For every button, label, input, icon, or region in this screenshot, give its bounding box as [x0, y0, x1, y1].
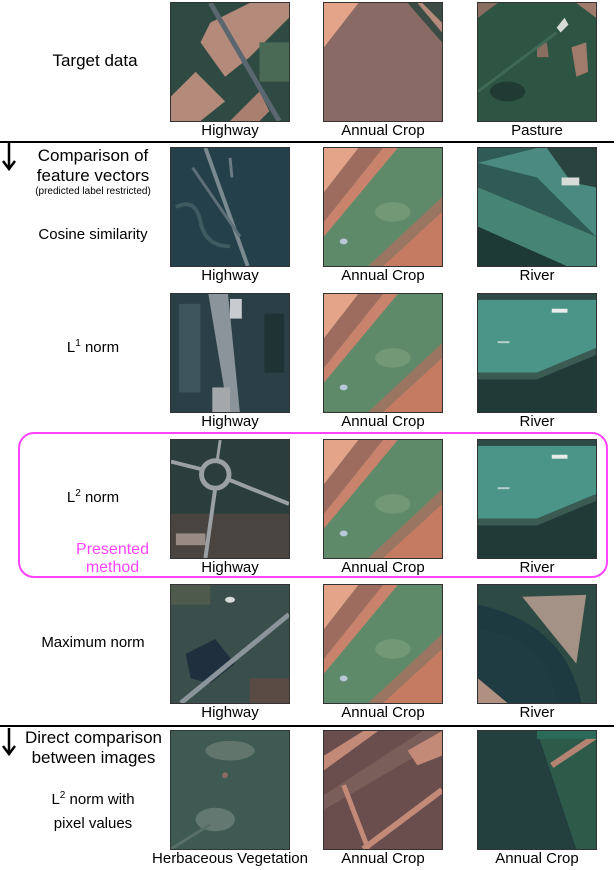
row-label-pixel: L2 norm with pixel values [18, 788, 168, 836]
label-rest: norm [80, 339, 120, 356]
section-title-direct: Direct comparison between images [16, 728, 171, 768]
image-caption: Annual Crop [341, 267, 425, 284]
section-divider-feature-vectors [0, 141, 614, 143]
label-base: L [66, 489, 76, 506]
section-divider-direct [0, 725, 614, 727]
satellite-image-river-wide [477, 147, 597, 267]
image-caption: Highway [201, 122, 259, 139]
label-rest: norm [80, 489, 120, 506]
image-caption: Annual Crop [341, 122, 425, 139]
row-label-cosine: Cosine similarity [38, 226, 148, 243]
satellite-image-river-bend [477, 584, 597, 704]
satellite-image-crop-stripes [323, 584, 443, 704]
satellite-image-crop-plots [323, 730, 443, 850]
image-caption: Highway [201, 559, 259, 576]
satellite-image-river-boat [477, 439, 597, 559]
row-label-l2: L2 norm [18, 489, 168, 507]
image-caption: River [519, 704, 555, 721]
satellite-image-pasture [477, 2, 597, 122]
satellite-image-highway-roundabout [170, 439, 290, 559]
section-title-line2: between images [31, 748, 156, 767]
presented-line1: Presented [76, 541, 149, 558]
image-caption: Highway [201, 413, 259, 430]
image-caption: Annual Crop [495, 850, 579, 867]
down-arrow-icon [2, 143, 16, 171]
satellite-image-bare-field [323, 2, 443, 122]
row-label-max: Maximum norm [41, 634, 145, 651]
row-label-l1: L1 norm [18, 339, 168, 357]
image-caption: Annual Crop [341, 559, 425, 576]
satellite-image-dark-field [477, 730, 597, 850]
label-base: L [51, 791, 60, 808]
section-title-line2: feature vectors [36, 166, 150, 185]
satellite-image-highway-dark [170, 147, 290, 267]
satellite-image-crop-stripes [323, 439, 443, 559]
section-title-line1: Direct comparison [25, 728, 162, 747]
label-rest: norm with [65, 791, 135, 808]
image-caption: Highway [201, 267, 259, 284]
satellite-image-crop-stripes [323, 293, 443, 413]
section-title-line1: Comparison of [37, 146, 149, 165]
satellite-image-highway-urban [170, 293, 290, 413]
image-caption: River [519, 267, 555, 284]
section-note: (predicted label restricted) [35, 186, 151, 197]
image-caption: River [519, 413, 555, 430]
label-line2: pixel values [53, 815, 133, 832]
image-caption: Annual Crop [341, 850, 425, 867]
down-arrow-icon [2, 728, 16, 756]
satellite-image-vegetation [170, 730, 290, 850]
section-title-feature-vectors: Comparison of feature vectors (predicted… [18, 146, 168, 198]
row-label-target: Target data [52, 51, 138, 70]
image-caption: Herbaceous Vegetation [152, 850, 308, 867]
image-caption: Pasture [511, 122, 563, 139]
satellite-image-highway-fields [170, 2, 290, 122]
satellite-image-river-boat [477, 293, 597, 413]
image-caption: Highway [201, 704, 259, 721]
label-base: L [66, 339, 76, 356]
satellite-image-crop-stripes [323, 147, 443, 267]
image-caption: Annual Crop [341, 704, 425, 721]
image-caption: Annual Crop [341, 413, 425, 430]
satellite-image-highway-lake [170, 584, 290, 704]
image-caption: River [519, 559, 555, 576]
